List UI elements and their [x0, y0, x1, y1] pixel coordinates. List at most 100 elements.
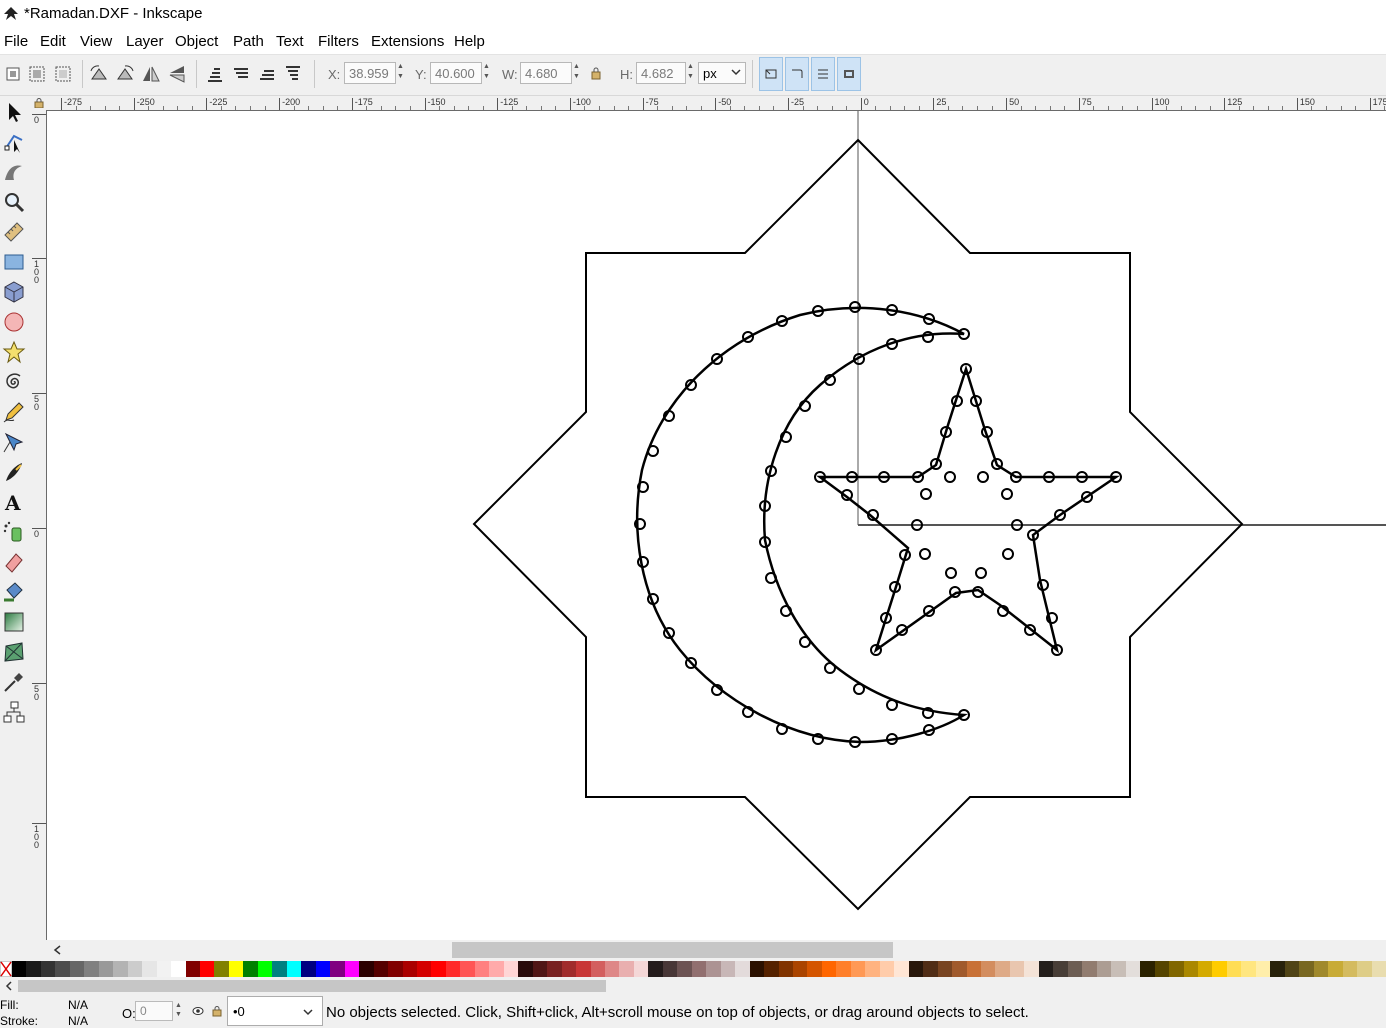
color-swatch[interactable] — [26, 961, 42, 977]
color-swatch[interactable] — [952, 961, 968, 977]
rect-icon[interactable] — [2, 250, 26, 274]
color-swatch[interactable] — [142, 961, 158, 977]
spiral-icon[interactable] — [2, 370, 26, 394]
layer-visibility-icon[interactable] — [192, 1006, 204, 1016]
select-all-layers-icon[interactable] — [26, 63, 48, 85]
color-swatch[interactable] — [677, 961, 693, 977]
horizontal-ruler[interactable]: -275 -250 -225 -200 -175 -150 -125 -100 -75 -50 -2… — [47, 96, 1386, 111]
color-swatch[interactable] — [1096, 961, 1112, 977]
color-swatch[interactable] — [1154, 961, 1170, 977]
color-swatch[interactable] — [373, 961, 389, 977]
connector-icon[interactable] — [2, 700, 26, 724]
color-swatch[interactable] — [40, 961, 56, 977]
color-swatch[interactable] — [489, 961, 505, 977]
color-swatch[interactable] — [1284, 961, 1300, 977]
color-swatch[interactable] — [1038, 961, 1054, 977]
color-swatch[interactable] — [1255, 961, 1271, 977]
color-swatch[interactable] — [793, 961, 808, 977]
color-swatch[interactable] — [257, 961, 273, 977]
color-swatch[interactable] — [1212, 961, 1228, 977]
color-swatch[interactable] — [243, 961, 259, 977]
color-swatch[interactable] — [923, 961, 939, 977]
color-swatch[interactable] — [590, 961, 606, 977]
pen-icon[interactable] — [2, 430, 26, 454]
color-swatch[interactable] — [879, 961, 895, 977]
color-swatch[interactable] — [12, 961, 27, 977]
star-icon[interactable] — [2, 340, 26, 364]
color-swatch[interactable] — [416, 961, 432, 977]
lower-to-bottom-icon[interactable] — [204, 63, 226, 85]
spray-icon[interactable] — [2, 520, 26, 544]
drawing-canvas[interactable] — [47, 111, 1386, 940]
color-swatch[interactable] — [619, 961, 635, 977]
color-swatch[interactable] — [330, 961, 346, 977]
scale-corners-toggle[interactable] — [785, 57, 809, 91]
layer-select[interactable]: •0 — [227, 996, 323, 1026]
h-field[interactable]: 4.682 — [636, 62, 686, 84]
color-swatch[interactable] — [1371, 961, 1386, 977]
color-swatch[interactable] — [821, 961, 837, 977]
menu-filters[interactable]: Filters — [318, 33, 359, 50]
color-swatch[interactable] — [1125, 961, 1141, 977]
palette-scrollbar[interactable] — [0, 978, 1386, 994]
menu-file[interactable]: File — [4, 33, 28, 50]
color-swatch[interactable] — [1342, 961, 1358, 977]
color-swatch[interactable] — [1140, 961, 1156, 977]
color-swatch[interactable] — [1226, 961, 1242, 977]
bucket-icon[interactable] — [2, 580, 26, 604]
color-swatch[interactable] — [532, 961, 548, 977]
calligraphy-icon[interactable] — [2, 460, 26, 484]
menu-layer[interactable]: Layer — [126, 33, 164, 50]
color-swatch[interactable] — [981, 961, 996, 977]
color-swatch[interactable] — [214, 961, 230, 977]
menu-object[interactable]: Object — [175, 33, 218, 50]
color-swatch[interactable] — [633, 961, 649, 977]
scroll-left-icon[interactable] — [52, 944, 62, 956]
opacity-stepper[interactable]: ▲ ▼ — [173, 1001, 184, 1021]
menu-view[interactable]: View — [80, 33, 112, 50]
selector-icon[interactable] — [2, 100, 26, 124]
mesh-icon[interactable] — [2, 640, 26, 664]
node-icon[interactable] — [2, 130, 26, 154]
color-swatch[interactable] — [1299, 961, 1315, 977]
color-swatch[interactable] — [388, 961, 403, 977]
menu-path[interactable]: Path — [233, 33, 264, 50]
tweak-icon[interactable] — [2, 160, 26, 184]
color-swatch[interactable] — [200, 961, 215, 977]
color-swatch[interactable] — [995, 961, 1011, 977]
horizontal-scrollbar[interactable] — [47, 941, 1386, 959]
menu-help[interactable]: Help — [454, 33, 485, 50]
color-swatch[interactable] — [402, 961, 418, 977]
no-paint-swatch[interactable] — [0, 961, 12, 977]
scale-stroke-toggle[interactable] — [759, 57, 783, 91]
color-swatch[interactable] — [301, 961, 317, 977]
color-swatch[interactable] — [55, 961, 71, 977]
pencil-icon[interactable] — [2, 400, 26, 424]
w-stepper[interactable]: ▲ ▼ — [571, 62, 582, 84]
color-swatch[interactable] — [691, 961, 707, 977]
color-swatch[interactable] — [474, 961, 490, 977]
ellipse-icon[interactable] — [2, 310, 26, 334]
menu-text[interactable]: Text — [276, 33, 304, 50]
3dbox-icon[interactable] — [2, 280, 26, 304]
color-swatch[interactable] — [1328, 961, 1344, 977]
color-swatch[interactable] — [1270, 961, 1286, 977]
text-icon[interactable]: A — [2, 490, 26, 514]
color-swatch[interactable] — [547, 961, 563, 977]
rotate-cw-icon[interactable] — [114, 63, 136, 85]
menu-extensions[interactable]: Extensions — [371, 33, 444, 50]
vertical-ruler[interactable]: 0 100 50 0 50 100 — [30, 110, 47, 940]
rotate-ccw-icon[interactable] — [88, 63, 110, 85]
color-swatch[interactable] — [1067, 961, 1083, 977]
measure-icon[interactable] — [2, 220, 26, 244]
color-swatch[interactable] — [1009, 961, 1025, 977]
gradient-icon[interactable] — [2, 610, 26, 634]
guide-lock-icon[interactable] — [34, 98, 44, 108]
color-swatch[interactable] — [228, 961, 244, 977]
deselect-icon[interactable] — [52, 63, 74, 85]
color-swatch[interactable] — [1357, 961, 1373, 977]
x-stepper[interactable]: ▲ ▼ — [395, 62, 406, 84]
color-swatch[interactable] — [966, 961, 982, 977]
color-swatch[interactable] — [1183, 961, 1199, 977]
color-swatch[interactable] — [865, 961, 881, 977]
